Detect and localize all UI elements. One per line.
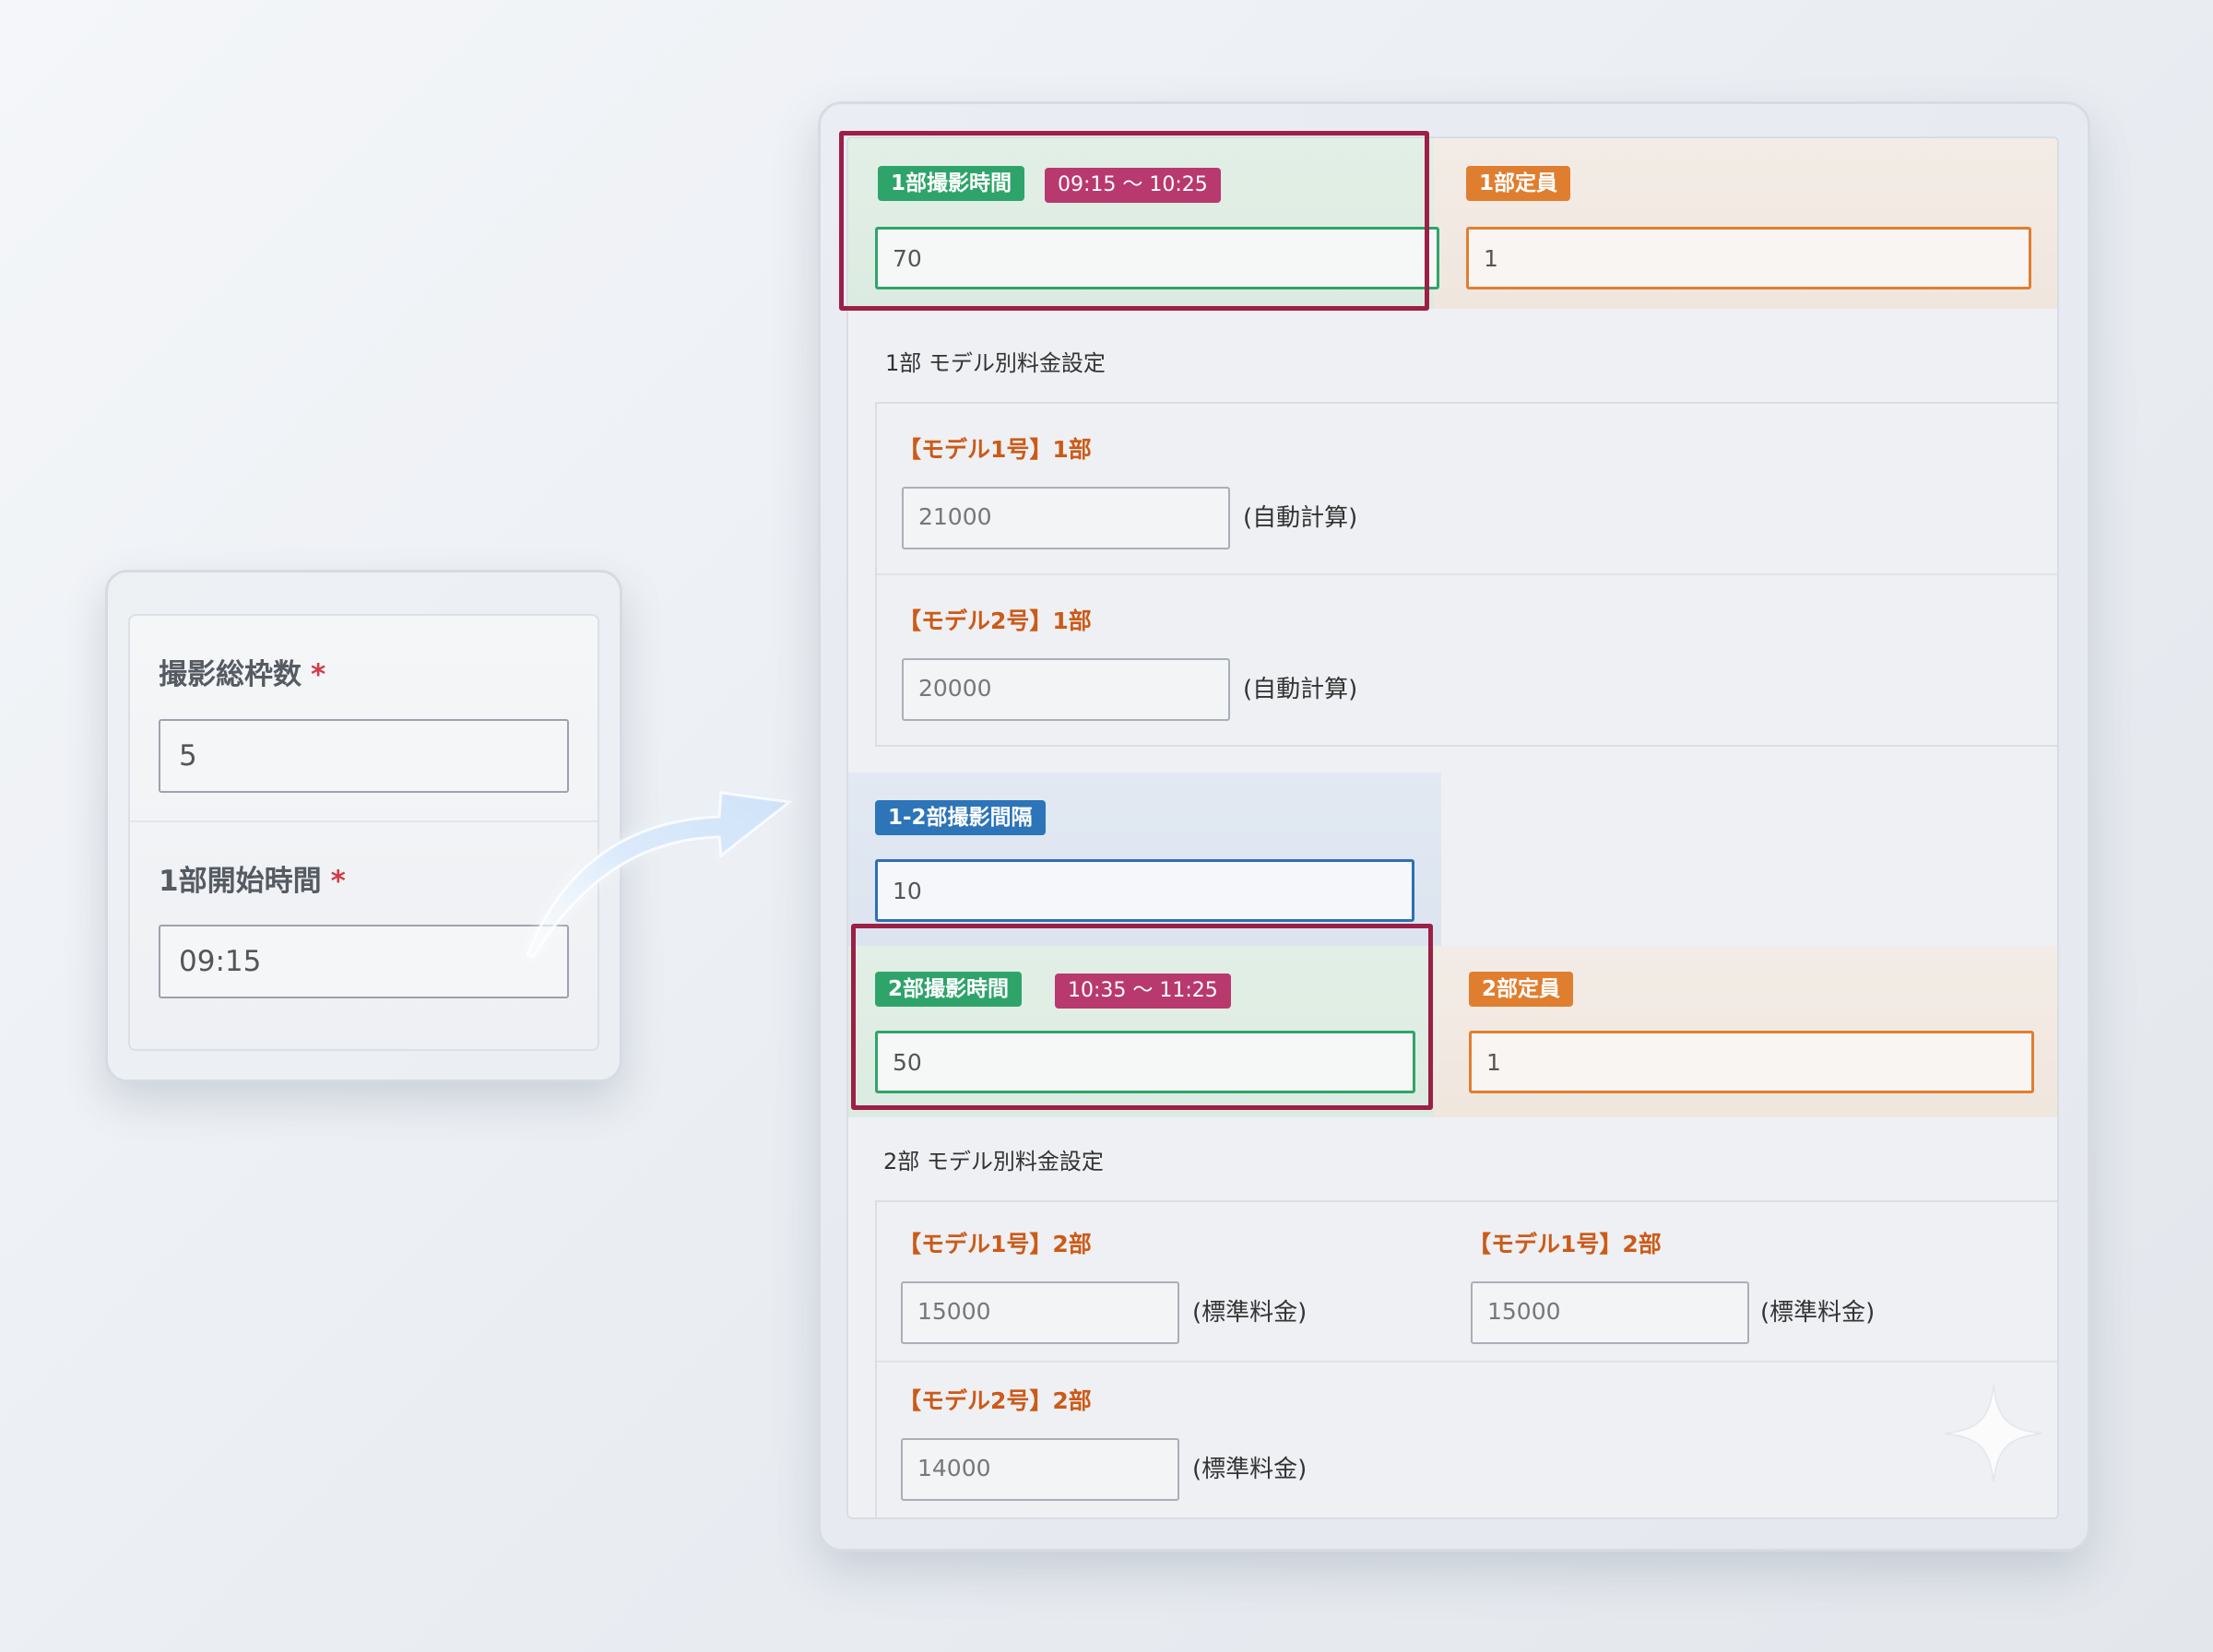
start-time-label-text: 1部開始時間 <box>159 865 322 898</box>
sparkle-icon <box>1945 1385 2042 1482</box>
part2-model1b-label: 【モデル1号】2部 <box>1468 1231 1662 1257</box>
part1-capacity-input[interactable]: 1 <box>1466 227 2031 289</box>
row-divider <box>877 1361 2057 1363</box>
part1-model1-label: 【モデル1号】1部 <box>898 436 1092 463</box>
schedule-form-panel: 1部撮影時間 09:15 〜 10:25 70 1部定員 1 1部 モデル別料金… <box>846 136 2059 1519</box>
part2-model1-label: 【モデル1号】2部 <box>898 1231 1092 1257</box>
required-mark: * <box>311 658 326 691</box>
part1-time-highlight <box>839 131 1429 311</box>
part1-model2-label: 【モデル2号】1部 <box>898 608 1092 634</box>
total-slots-label-text: 撮影総枠数 <box>159 658 302 691</box>
part2-model1b-price-input[interactable]: 15000 <box>1471 1281 1749 1344</box>
part1-pricing-title: 1部 モデル別料金設定 <box>885 350 1106 376</box>
part2-model1b-note: (標準料金) <box>1760 1299 1876 1327</box>
part2-model1-note: (標準料金) <box>1192 1299 1308 1327</box>
part2-model2-price-input[interactable]: 14000 <box>901 1438 1179 1501</box>
part2-capacity-badge: 2部定員 <box>1469 972 1574 1007</box>
part2-pricing-title: 2部 モデル別料金設定 <box>883 1149 1104 1174</box>
part2-capacity-input[interactable]: 1 <box>1469 1031 2034 1093</box>
part1-model2-price-input[interactable]: 20000 <box>902 658 1230 721</box>
part2-time-highlight <box>851 924 1433 1110</box>
curved-arrow-icon <box>526 791 793 959</box>
start-time-input[interactable]: 09:15 <box>159 925 569 998</box>
part1-model1-note: (自動計算) <box>1243 504 1358 532</box>
row-divider <box>877 573 2057 575</box>
part1-capacity-badge: 1部定員 <box>1466 166 1571 201</box>
part2-model2-note: (標準料金) <box>1192 1456 1308 1483</box>
part2-model2-label: 【モデル2号】2部 <box>898 1387 1092 1414</box>
part1-model1-price-input[interactable]: 21000 <box>902 487 1230 549</box>
start-time-label: 1部開始時間 * <box>159 857 346 899</box>
interval-badge: 1-2部撮影間隔 <box>875 800 1046 835</box>
total-slots-label: 撮影総枠数 * <box>159 651 325 692</box>
interval-input[interactable]: 10 <box>875 859 1414 922</box>
total-slots-input[interactable]: 5 <box>159 719 569 793</box>
required-mark: * <box>330 865 346 898</box>
part2-model1-price-input[interactable]: 15000 <box>901 1281 1179 1344</box>
part1-model2-note: (自動計算) <box>1243 676 1358 703</box>
